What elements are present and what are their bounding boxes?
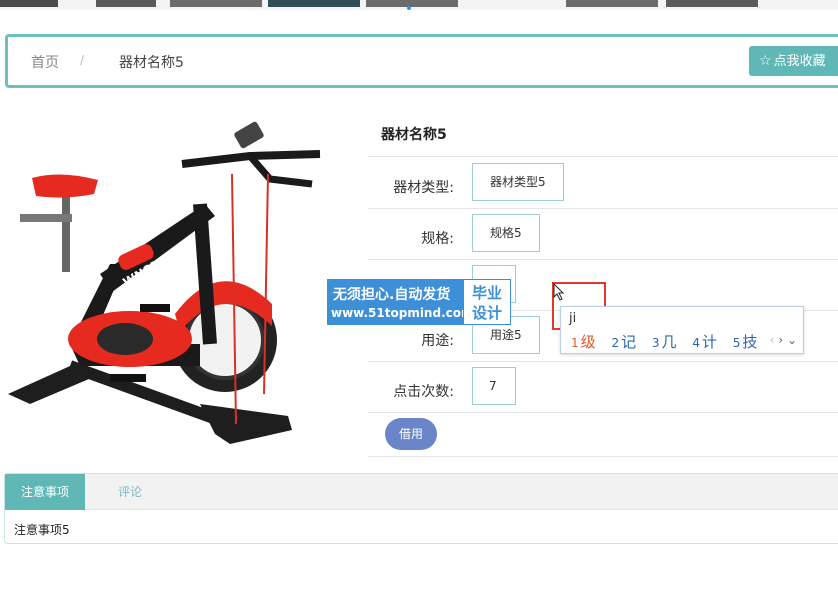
crank	[97, 323, 153, 355]
equipment-title: 器材名称5	[381, 127, 447, 143]
row-divider	[368, 361, 838, 362]
breadcrumb-current: 器材名称5	[119, 55, 184, 71]
browser-tab-strip	[0, 0, 58, 7]
ime-candidate[interactable]: 1级	[571, 333, 596, 351]
ime-candidate[interactable]: 2记	[611, 333, 636, 351]
field-label-clicks: 点击次数:	[393, 384, 454, 400]
ime-prev-icon[interactable]: ‹	[770, 333, 775, 347]
star-icon: ☆	[759, 53, 772, 69]
browser-tab-strip	[566, 0, 658, 7]
top-strip	[0, 0, 838, 10]
exercise-bike-image: WNSML	[0, 104, 350, 454]
row-divider	[368, 208, 838, 209]
borrow-button[interactable]: 借用	[385, 418, 437, 450]
browser-tab-strip	[268, 0, 360, 7]
mouse-cursor-icon	[553, 282, 565, 305]
tab-notes[interactable]: 注意事项	[5, 474, 85, 510]
saddle	[32, 174, 98, 198]
watermark-url: www.51topmind.com	[331, 306, 474, 320]
tabs-header: 注意事项 评论	[5, 474, 838, 510]
watermark-badge-top: 毕业	[471, 284, 502, 302]
browser-tab-strip	[170, 0, 262, 7]
breadcrumb-home-link[interactable]: 首页	[31, 52, 59, 72]
field-label-spec: 规格:	[421, 231, 454, 247]
row-divider	[368, 412, 838, 413]
seat-post	[62, 192, 70, 272]
row-divider	[368, 259, 838, 260]
watermark-badge: 毕业 设计	[463, 279, 511, 325]
field-value-type: 器材类型5	[472, 163, 564, 201]
seat-slider	[20, 214, 72, 222]
pedal	[110, 374, 146, 382]
ime-composition: ji	[569, 311, 577, 326]
ime-nav: ‹ › ⌄	[770, 333, 797, 347]
field-value-spec: 规格5	[472, 214, 540, 252]
info-tabs: 注意事项 评论 注意事项5	[4, 473, 838, 544]
ime-candidate[interactable]: 5技	[733, 333, 758, 351]
ime-expand-icon[interactable]: ⌄	[787, 333, 797, 347]
ime-candidate[interactable]: 4计	[692, 333, 717, 351]
pedal	[140, 304, 170, 312]
watermark-badge-bottom: 设计	[471, 304, 502, 322]
watermark-slogan: 无须担心.自动发货	[333, 287, 451, 303]
browser-tab-strip	[666, 0, 758, 7]
browser-tab-strip	[96, 0, 156, 7]
row-divider	[368, 156, 838, 157]
scroll-indicator	[407, 6, 411, 10]
favorite-button[interactable]: ☆ 点我收藏	[749, 46, 838, 76]
favorite-button-label: 点我收藏	[773, 54, 826, 69]
ime-candidate-list: 1级 2记 3几 4计 5技	[571, 331, 768, 352]
row-divider	[368, 456, 838, 457]
breadcrumb: 首页 / 器材名称5 ☆ 点我收藏	[5, 34, 838, 88]
field-label-type: 器材类型:	[393, 180, 454, 196]
tab-content: 注意事项5	[14, 523, 70, 537]
tab-comments[interactable]: 评论	[85, 474, 175, 510]
breadcrumb-separator: /	[80, 53, 85, 67]
ime-candidate-window: ji 1级 2记 3几 4计 5技 ‹ › ⌄	[560, 306, 804, 354]
ime-candidate[interactable]: 3几	[652, 333, 677, 351]
front-fork	[193, 203, 217, 345]
field-value-clicks: 7	[472, 367, 516, 405]
field-label-usage: 用途:	[421, 333, 454, 349]
browser-tab-strip	[366, 0, 458, 7]
ime-next-icon[interactable]: ›	[778, 333, 783, 347]
watermark-overlay: 无须担心.自动发货 www.51topmind.com 毕业 设计	[327, 279, 511, 325]
